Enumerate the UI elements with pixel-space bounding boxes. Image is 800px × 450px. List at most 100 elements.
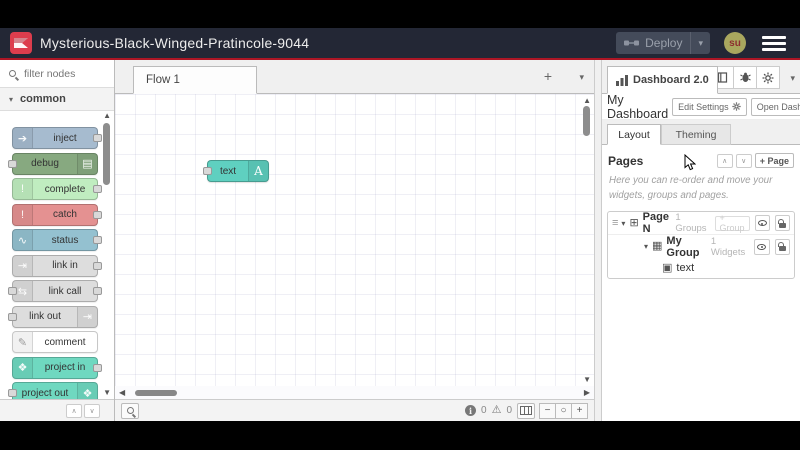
palette-node-link-in[interactable]: ⇥ link in: [12, 254, 102, 277]
flow-tab-label: Flow 1: [146, 74, 180, 86]
palette-node-project-in[interactable]: ❖ project in: [12, 356, 102, 379]
flow-title: Mysterious-Black-Winged-Pratincole-9044: [40, 35, 310, 51]
book-icon: [717, 72, 727, 83]
app-header: Mysterious-Black-Winged-Pratincole-9044 …: [0, 28, 800, 58]
canvas-hscrollbar-thumb[interactable]: [135, 389, 178, 396]
main-menu-button[interactable]: [762, 35, 786, 51]
tab-layout[interactable]: Layout: [607, 124, 661, 145]
node-output-port[interactable]: [93, 363, 102, 372]
palette-node-label: project out: [21, 387, 69, 399]
palette-node-label: complete: [44, 183, 86, 195]
palette-search-input[interactable]: [22, 66, 94, 81]
info-count-icon[interactable]: i: [465, 405, 476, 416]
drag-handle-icon[interactable]: ≡: [612, 217, 619, 229]
zoom-in-button[interactable]: +: [571, 402, 588, 419]
scroll-right-icon[interactable]: ▶: [584, 388, 590, 397]
right-sidebar: Dashboard 2.0 i: [602, 60, 800, 421]
group-meta: 1 Widgets: [710, 235, 746, 258]
node-output-port[interactable]: [93, 210, 102, 219]
zoom-out-button[interactable]: −: [539, 402, 556, 419]
node-input-port[interactable]: [8, 312, 17, 321]
node-input-port[interactable]: [203, 167, 212, 175]
palette-node-status[interactable]: ∿ status: [12, 229, 102, 251]
sidebar-tabs-caret[interactable]: ▾: [790, 73, 795, 84]
palette-node-complete[interactable]: ! complete: [12, 178, 102, 200]
edit-settings-button[interactable]: Edit Settings: [672, 97, 747, 116]
tab-debug[interactable]: [733, 66, 757, 89]
palette-node-project-out[interactable]: ❖ project out: [8, 382, 98, 399]
dashboard-header-row: My Dashboard Edit Settings Open Dashboar…: [602, 93, 800, 121]
palette-search[interactable]: [0, 60, 114, 88]
canvas-hscrollbar[interactable]: ◀ ▶: [115, 386, 594, 399]
node-output-port[interactable]: [93, 287, 102, 295]
node-output-port[interactable]: [93, 236, 102, 244]
sidebar-splitter[interactable]: [594, 60, 602, 421]
debug-node-icon: ▤: [77, 153, 97, 174]
eye-icon: [757, 220, 767, 227]
hscroll-track[interactable]: [127, 389, 582, 397]
page-visibility-button[interactable]: [754, 215, 770, 232]
workspace: Flow 1 + ▾ text A ▲ ▼ ◀ ▶ i 0 ⚠ 0 − ○ +: [115, 60, 594, 421]
tab-flow-1[interactable]: Flow 1: [133, 66, 257, 94]
scroll-left-icon[interactable]: ◀: [119, 388, 125, 397]
add-flow-button[interactable]: +: [538, 68, 558, 84]
image-widget-icon: ▣: [662, 261, 673, 274]
group-visibility-button[interactable]: [754, 238, 770, 255]
canvas-node-text[interactable]: text A: [203, 160, 269, 182]
canvas-scroll-up-icon[interactable]: ▲: [583, 96, 591, 105]
flow-list-caret[interactable]: ▾: [579, 72, 584, 83]
deploy-options-caret[interactable]: ▾: [690, 32, 710, 54]
palette-node-inject[interactable]: ➔ inject: [12, 127, 102, 149]
deploy-button[interactable]: Deploy ▾: [616, 32, 710, 54]
warning-count-icon[interactable]: ⚠: [492, 405, 502, 416]
node-input-port[interactable]: [8, 389, 17, 397]
group-lock-button[interactable]: [774, 238, 791, 255]
node-output-port[interactable]: [93, 185, 102, 193]
palette-node-label: link in: [52, 260, 78, 271]
palette-node-debug[interactable]: ▤ debug: [8, 152, 98, 175]
page-lock-button[interactable]: [774, 215, 790, 232]
palette-scrollbar-thumb[interactable]: [103, 123, 110, 185]
tab-theming[interactable]: Theming: [661, 124, 731, 145]
gear-icon: [732, 102, 741, 111]
open-dashboard-button[interactable]: Open Dashboard: [750, 97, 800, 116]
add-group-button[interactable]: + Group: [714, 213, 750, 233]
move-up-button[interactable]: ∧: [716, 153, 733, 168]
node-input-port[interactable]: [8, 287, 17, 295]
palette-category-common[interactable]: ▾ common: [0, 88, 114, 111]
node-input-port[interactable]: [8, 159, 17, 168]
palette-expand-all-button[interactable]: ∨: [84, 403, 100, 418]
canvas-search-button[interactable]: [121, 402, 139, 419]
chevron-down-icon[interactable]: ▾: [621, 219, 625, 228]
node-output-port[interactable]: [93, 261, 102, 270]
open-dashboard-label: Open Dashboard: [756, 101, 800, 112]
move-down-button[interactable]: ∨: [735, 153, 752, 168]
navigator-button[interactable]: [517, 402, 535, 419]
zoom-reset-button[interactable]: ○: [555, 402, 572, 419]
palette-node-link-out[interactable]: ⇥ link out: [8, 305, 98, 328]
flow-canvas[interactable]: text A ▲ ▼: [115, 94, 594, 386]
user-avatar[interactable]: su: [724, 32, 746, 54]
tree-row-widget[interactable]: ▣ text: [608, 258, 794, 278]
palette-node-catch[interactable]: ! catch: [12, 203, 102, 226]
eye-icon: [757, 243, 767, 250]
palette-node-link-call[interactable]: ⇆ link call: [8, 280, 102, 302]
palette-collapse-all-button[interactable]: ∧: [66, 403, 82, 418]
add-page-button[interactable]: + Page: [754, 153, 794, 168]
palette-node-label: debug: [31, 158, 59, 169]
tab-config[interactable]: [756, 66, 780, 89]
node-output-port[interactable]: [93, 134, 102, 142]
palette-scroll-up-icon[interactable]: ▲: [103, 111, 111, 120]
tree-row-page[interactable]: ≡ ▾ ⊞ Page N 1 Groups + Group: [608, 211, 794, 236]
chevron-down-icon[interactable]: ▾: [644, 242, 648, 251]
page-icon: ⊞: [629, 216, 639, 229]
palette-node-label: link out: [29, 311, 61, 322]
tab-dashboard-2[interactable]: Dashboard 2.0: [607, 66, 718, 94]
page-meta: 1 Groups: [675, 212, 707, 235]
canvas-vscrollbar-thumb[interactable]: [583, 106, 590, 136]
warning-count: 0: [506, 405, 512, 416]
palette-scroll-down-icon[interactable]: ▼: [103, 388, 111, 397]
canvas-scroll-down-icon[interactable]: ▼: [583, 375, 591, 384]
tree-row-group[interactable]: ▾ ▦ My Group 1 Widgets: [608, 235, 794, 259]
palette-node-comment[interactable]: ✎ comment: [12, 331, 98, 353]
